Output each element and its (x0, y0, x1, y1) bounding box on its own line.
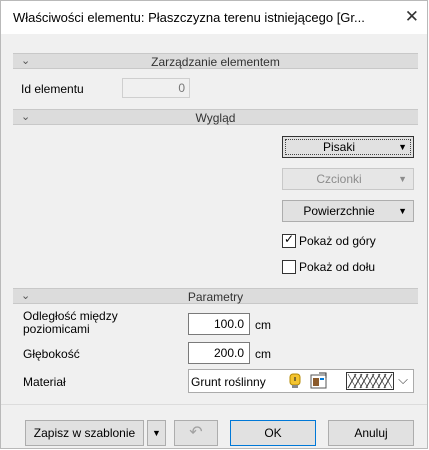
section-header-management[interactable]: ⌄ Zarządzanie elementem (13, 53, 418, 69)
section-header-parameters[interactable]: ⌄ Parametry (13, 288, 418, 304)
checkbox-box[interactable] (282, 260, 296, 274)
material-label: Materiał (23, 375, 66, 389)
properties-dialog: Właściwości elementu: Płaszczyzna terenu… (0, 0, 428, 449)
pens-label: Pisaki (322, 140, 355, 154)
checkbox-box[interactable]: ✓ (282, 232, 296, 248)
footer-divider (1, 404, 427, 405)
depth-label: Głębokość (23, 347, 80, 361)
show-top-checkbox[interactable]: ✓ Pokaż od góry (282, 232, 402, 249)
undo-button[interactable]: ↶ (174, 420, 218, 446)
dropdown-arrow-icon: ▼ (398, 206, 407, 216)
close-icon[interactable]: ✕ (405, 7, 419, 27)
section-title: Wygląd (195, 111, 236, 125)
save-template-button[interactable]: Zapisz w szablonie (25, 420, 144, 446)
level-distance-label-line2: poziomicami (23, 322, 90, 336)
id-label: Id elementu (21, 82, 84, 96)
fonts-label: Czcionki (316, 172, 362, 186)
show-bottom-checkbox[interactable]: Pokaż od dołu (282, 259, 402, 275)
chevron-down-icon[interactable]: ⌵ (398, 372, 408, 388)
fonts-dropdown[interactable]: Czcionki ▼ (282, 168, 414, 190)
surfaces-dropdown[interactable]: Powierzchnie ▼ (282, 200, 414, 222)
level-distance-input[interactable]: 100.0 (188, 313, 250, 335)
material-selector[interactable]: Grunt roślinny ⌵ (188, 369, 414, 393)
dropdown-arrow-icon: ▼ (398, 174, 407, 184)
pens-dropdown[interactable]: Pisaki ▼ (282, 136, 414, 158)
hatch-pattern-preview[interactable] (346, 372, 394, 390)
material-editor-icon[interactable] (310, 372, 328, 390)
depth-unit: cm (255, 347, 271, 361)
show-bottom-label: Pokaż od dołu (299, 260, 376, 274)
dropdown-arrow-icon: ▼ (398, 142, 407, 152)
save-template-dropdown-button[interactable]: ▼ (147, 420, 166, 446)
section-title: Zarządzanie elementem (151, 55, 280, 69)
material-value: Grunt roślinny (191, 375, 266, 389)
title-bar: Właściwości elementu: Płaszczyzna terenu… (1, 1, 427, 34)
depth-input[interactable]: 200.0 (188, 342, 250, 364)
show-top-label: Pokaż od góry (299, 234, 376, 248)
level-distance-unit: cm (255, 318, 271, 332)
id-field: 0 (122, 78, 190, 98)
level-distance-label-line1: Odległość między (23, 309, 118, 323)
section-header-appearance[interactable]: ⌄ Wygląd (13, 109, 418, 125)
check-icon: ✓ (284, 232, 295, 246)
ok-button[interactable]: OK (230, 420, 316, 446)
cancel-button[interactable]: Anuluj (328, 420, 414, 446)
surfaces-label: Powierzchnie (303, 204, 375, 218)
window-title: Właściwości elementu: Płaszczyzna terenu… (13, 10, 365, 25)
section-title: Parametry (187, 290, 244, 304)
bulb-icon[interactable] (286, 372, 304, 390)
